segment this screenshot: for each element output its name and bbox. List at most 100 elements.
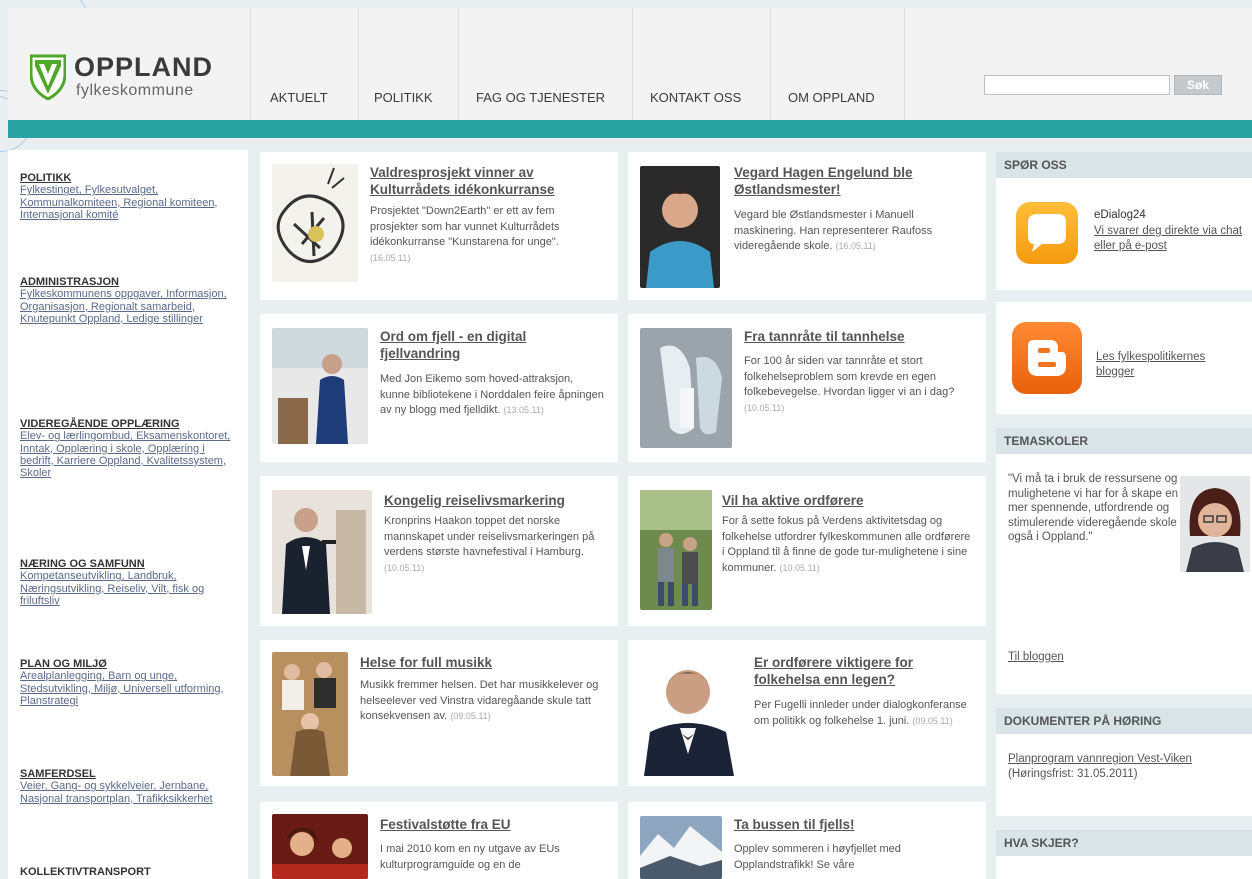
sidebar-links[interactable]: Elev- og lærlingombud, Eksamenskontoret,… (20, 430, 230, 479)
news-card: Er ordførere viktigere for folkehelsa en… (628, 640, 986, 786)
news-summary: For 100 år siden var tannråte et stort f… (744, 354, 970, 416)
nav-fag-og-tjenester[interactable]: FAG OG TJENESTER (476, 90, 605, 105)
news-title[interactable]: Helse for full musikk (360, 654, 600, 671)
sidebar-section-kollektivtransport: KOLLEKTIVTRANSPORT (20, 866, 240, 878)
nav-divider (632, 8, 633, 120)
news-card: Vil ha aktive ordførere For å sette foku… (628, 476, 986, 626)
news-text: Vegard ble Østlandsmester i Manuell mask… (734, 209, 933, 252)
chat-bubble-icon[interactable] (1016, 202, 1078, 264)
teal-band (8, 120, 1252, 138)
news-thumbnail[interactable] (640, 490, 712, 610)
site-logo[interactable]: OPPLAND fylkeskommune (30, 52, 240, 112)
nav-divider (250, 8, 251, 120)
edialog-link[interactable]: Vi svarer deg direkte via chat eller på … (1094, 224, 1250, 254)
news-title[interactable]: Valdresprosjekt vinner av Kulturrådets i… (370, 164, 598, 198)
sidebar-section-samferdsel: SAMFERDSEL Veier, Gang- og sykkelveier, … (20, 768, 240, 805)
nav-kontakt-oss[interactable]: KONTAKT OSS (650, 90, 741, 105)
sidebar-heading[interactable]: NÆRING OG SAMFUNN (20, 558, 240, 570)
news-thumbnail[interactable] (640, 166, 720, 288)
news-summary: Kronprins Haakon toppet det norske manns… (384, 514, 610, 576)
sidebar-section-videregaende: VIDEREGÅENDE OPPLÆRING Elev- og lærlingo… (20, 418, 240, 479)
sidebar-links[interactable]: Arealplanlegging, Barn og unge, Stedsutv… (20, 670, 224, 707)
section-heading: SPØR OSS (1004, 158, 1067, 172)
section-heading: DOKUMENTER PÅ HØRING (1004, 714, 1162, 728)
nav-divider (358, 8, 359, 120)
search-button[interactable]: Søk (1174, 75, 1222, 95)
news-date: (09.05.11) (450, 711, 491, 721)
news-card: Vegard Hagen Engelund ble Østlandsmester… (628, 152, 986, 300)
news-thumbnail[interactable] (272, 164, 358, 282)
nav-politikk[interactable]: POLITIKK (374, 90, 433, 105)
news-thumbnail[interactable] (640, 654, 738, 776)
news-text: For å sette fokus på Verdens aktivitetsd… (722, 515, 971, 574)
search-input[interactable] (984, 75, 1170, 95)
news-card: Fra tannråte til tannhelse For 100 år si… (628, 314, 986, 462)
news-date: (13.05.11) (503, 405, 544, 415)
news-date: (16.05.11) (835, 241, 876, 251)
brand-name: OPPLAND (74, 52, 214, 82)
news-summary: Musikk fremmer helsen. Det har musikkele… (360, 678, 600, 725)
news-thumbnail[interactable] (272, 652, 348, 776)
hva-skjer-box (996, 856, 1252, 879)
blogger-icon[interactable] (1012, 322, 1082, 394)
news-thumbnail[interactable] (272, 328, 368, 444)
news-thumbnail[interactable] (272, 814, 368, 879)
sidebar-links[interactable]: Kompetanseutvikling, Landbruk, Næringsut… (20, 570, 204, 607)
news-title[interactable]: Kongelig reiselivsmarkering (384, 492, 606, 509)
brand-subtitle: fylkeskommune (76, 82, 194, 99)
nav-om-oppland[interactable]: OM OPPLAND (788, 90, 875, 105)
news-text: Med Jon Eikemo som hoved-attraksjon, kun… (380, 373, 604, 416)
sidebar-links[interactable]: Veier, Gang- og sykkelveier, Jernbane, N… (20, 780, 213, 804)
news-card: Ord om fjell - en digital fjellvandring … (260, 314, 618, 462)
nav-aktuelt[interactable]: AKTUELT (270, 90, 328, 105)
portrait-photo (1180, 476, 1250, 572)
sidebar-heading[interactable]: POLITIKK (20, 172, 240, 184)
news-title[interactable]: Ord om fjell - en digital fjellvandring (380, 328, 602, 362)
news-summary: For å sette fokus på Verdens aktivitetsd… (722, 514, 974, 576)
news-card: Helse for full musikk Musikk fremmer hel… (260, 640, 618, 786)
dokumenter-header: DOKUMENTER PÅ HØRING (996, 708, 1252, 734)
news-summary: Prosjektet "Down2Earth" er ett av fem pr… (370, 204, 602, 266)
hva-skjer-header: HVA SKJER? (996, 830, 1252, 856)
news-title[interactable]: Vil ha aktive ordførere (722, 492, 952, 509)
sidebar-heading[interactable]: VIDEREGÅENDE OPPLÆRING (20, 418, 240, 430)
planprogram-link[interactable]: Planprogram vannregion Vest-Viken (1008, 752, 1248, 767)
news-summary: I mai 2010 kom en ny utgave av EUs kultu… (380, 842, 606, 873)
spor-oss-header: SPØR OSS (996, 152, 1252, 178)
news-title[interactable]: Er ordførere viktigere for folkehelsa en… (754, 654, 970, 688)
sidebar-section-administrasjon: ADMINISTRASJON Fylkeskommunens oppgaver,… (20, 276, 240, 325)
news-text: Prosjektet "Down2Earth" er ett av fem pr… (370, 205, 560, 248)
news-title[interactable]: Fra tannråte til tannhelse (744, 328, 974, 345)
news-thumbnail[interactable] (272, 490, 372, 614)
news-text: Opplev sommeren i høyfjellet med Oppland… (734, 843, 901, 871)
news-date: (10.05.11) (384, 562, 425, 573)
news-date: (10.05.11) (744, 402, 785, 413)
sidebar-heading[interactable]: SAMFERDSEL (20, 768, 240, 780)
news-summary: Med Jon Eikemo som hoved-attraksjon, kun… (380, 372, 606, 419)
sidebar-links[interactable]: Fylkestinget, Fylkesutvalget, Kommunalko… (20, 184, 218, 221)
section-heading: HVA SKJER? (1004, 836, 1079, 850)
news-title[interactable]: Festivalstøtte fra EU (380, 816, 602, 833)
news-title[interactable]: Vegard Hagen Engelund ble Østlandsmester… (734, 164, 970, 198)
news-thumbnail[interactable] (640, 328, 732, 448)
news-text: For 100 år siden var tannråte et stort f… (744, 355, 955, 398)
section-heading: TEMASKOLER (1004, 434, 1088, 448)
temaskoler-header: TEMASKOLER (996, 428, 1252, 454)
sidebar-heading[interactable]: PLAN OG MILJØ (20, 658, 240, 670)
news-title[interactable]: Ta bussen til fjells! (734, 816, 970, 833)
sidebar-links[interactable]: Fylkeskommunens oppgaver, Informasjon, O… (20, 288, 227, 325)
edialog-title: eDialog24 (1094, 209, 1146, 221)
blog-link[interactable]: Les fylkespolitikernes blogger (1096, 350, 1246, 380)
spor-oss-blog-box: Les fylkespolitikernes blogger (996, 302, 1252, 414)
dokumenter-box: Planprogram vannregion Vest-Viken (Hørin… (996, 734, 1252, 816)
news-card: Valdresprosjekt vinner av Kulturrådets i… (260, 152, 618, 300)
news-summary: Opplev sommeren i høyfjellet med Oppland… (734, 842, 970, 873)
news-card: Kongelig reiselivsmarkering Kronprins Ha… (260, 476, 618, 626)
sidebar-heading[interactable]: ADMINISTRASJON (20, 276, 240, 288)
til-bloggen-link[interactable]: Til bloggen (1008, 650, 1064, 665)
spor-oss-edialog-box: eDialog24 Vi svarer deg direkte via chat… (996, 178, 1252, 290)
news-card: Festivalstøtte fra EU I mai 2010 kom en … (260, 802, 618, 879)
sidebar-heading[interactable]: KOLLEKTIVTRANSPORT (20, 866, 240, 878)
sidebar-section-naering: NÆRING OG SAMFUNN Kompetanseutvikling, L… (20, 558, 240, 607)
news-thumbnail[interactable] (640, 816, 722, 879)
